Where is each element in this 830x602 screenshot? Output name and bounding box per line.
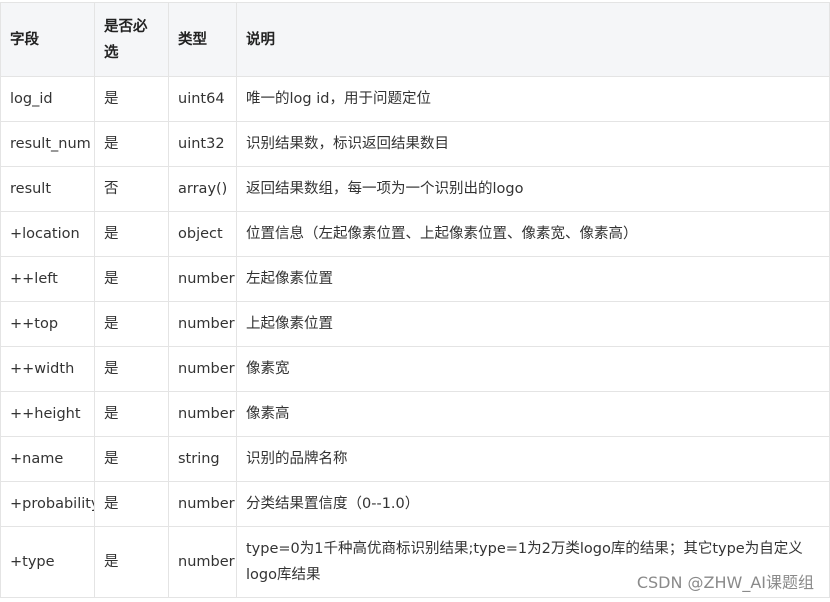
description-cell: 左起像素位置 bbox=[236, 256, 830, 302]
table-row: result 否 array() 返回结果数组，每一项为一个识别出的logo bbox=[0, 166, 830, 212]
type-cell: uint64 bbox=[168, 76, 237, 122]
description-cell: 唯一的log id，用于问题定位 bbox=[236, 76, 830, 122]
header-type: 类型 bbox=[168, 2, 237, 77]
field-cell: +type bbox=[0, 526, 95, 598]
table-header: 字段 是否必选 类型 说明 bbox=[0, 2, 830, 77]
table-body: log_id 是 uint64 唯一的log id，用于问题定位 result_… bbox=[0, 76, 830, 598]
field-cell: result bbox=[0, 166, 95, 212]
header-field: 字段 bbox=[0, 2, 95, 77]
header-row: 字段 是否必选 类型 说明 bbox=[0, 2, 830, 77]
description-cell: 识别结果数，标识返回结果数目 bbox=[236, 121, 830, 167]
header-description: 说明 bbox=[236, 2, 830, 77]
table-row: +location 是 object 位置信息（左起像素位置、上起像素位置、像素… bbox=[0, 211, 830, 257]
description-cell: 识别的品牌名称 bbox=[236, 436, 830, 482]
required-cell: 是 bbox=[94, 211, 169, 257]
type-cell: number bbox=[168, 481, 237, 527]
table-row: ++left 是 number 左起像素位置 bbox=[0, 256, 830, 302]
type-cell: uint32 bbox=[168, 121, 237, 167]
description-cell: 返回结果数组，每一项为一个识别出的logo bbox=[236, 166, 830, 212]
watermark: CSDN @ZHW_AI课题组 bbox=[636, 573, 814, 592]
description-cell: 上起像素位置 bbox=[236, 301, 830, 347]
required-cell: 是 bbox=[94, 121, 169, 167]
table-row: ++width 是 number 像素宽 bbox=[0, 346, 830, 392]
required-cell: 是 bbox=[94, 436, 169, 482]
required-cell: 是 bbox=[94, 391, 169, 437]
field-cell: ++left bbox=[0, 256, 95, 302]
table-row: +name 是 string 识别的品牌名称 bbox=[0, 436, 830, 482]
fields-table: 字段 是否必选 类型 说明 log_id 是 uint64 唯一的log id，… bbox=[0, 2, 830, 598]
type-cell: number bbox=[168, 301, 237, 347]
field-cell: log_id bbox=[0, 76, 95, 122]
description-cell: 位置信息（左起像素位置、上起像素位置、像素宽、像素高） bbox=[236, 211, 830, 257]
field-cell: +name bbox=[0, 436, 95, 482]
required-cell: 是 bbox=[94, 526, 169, 598]
required-cell: 是 bbox=[94, 481, 169, 527]
type-cell: string bbox=[168, 436, 237, 482]
type-cell: number bbox=[168, 526, 237, 598]
type-cell: number bbox=[168, 256, 237, 302]
table-row: ++top 是 number 上起像素位置 bbox=[0, 301, 830, 347]
field-cell: +location bbox=[0, 211, 95, 257]
table-row: log_id 是 uint64 唯一的log id，用于问题定位 bbox=[0, 76, 830, 122]
table-row: ++height 是 number 像素高 bbox=[0, 391, 830, 437]
type-cell: object bbox=[168, 211, 237, 257]
required-cell: 是 bbox=[94, 301, 169, 347]
type-cell: array() bbox=[168, 166, 237, 212]
description-cell: 像素高 bbox=[236, 391, 830, 437]
field-cell: result_num bbox=[0, 121, 95, 167]
field-cell: +probability bbox=[0, 481, 95, 527]
table-row: +probability 是 number 分类结果置信度（0--1.0） bbox=[0, 481, 830, 527]
table-row: result_num 是 uint32 识别结果数，标识返回结果数目 bbox=[0, 121, 830, 167]
required-cell: 是 bbox=[94, 256, 169, 302]
header-required: 是否必选 bbox=[94, 2, 169, 77]
description-cell: 像素宽 bbox=[236, 346, 830, 392]
description-cell: 分类结果置信度（0--1.0） bbox=[236, 481, 830, 527]
field-cell: ++top bbox=[0, 301, 95, 347]
type-cell: number bbox=[168, 391, 237, 437]
field-cell: ++width bbox=[0, 346, 95, 392]
field-cell: ++height bbox=[0, 391, 95, 437]
required-cell: 否 bbox=[94, 166, 169, 212]
type-cell: number bbox=[168, 346, 237, 392]
required-cell: 是 bbox=[94, 346, 169, 392]
required-cell: 是 bbox=[94, 76, 169, 122]
